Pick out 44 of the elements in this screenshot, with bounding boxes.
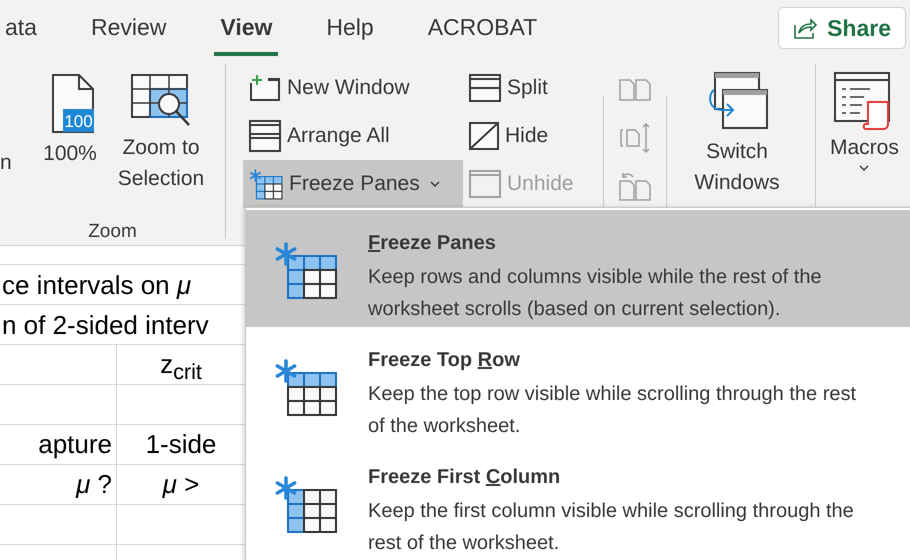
- share-icon: [793, 17, 818, 39]
- cell-text: n of 2-sided interv: [1, 309, 209, 342]
- window-icon: [469, 170, 501, 198]
- sync-scroll-icon: [619, 122, 651, 154]
- side-by-side-icon: [619, 79, 651, 101]
- menu-item-title: Freeze Panes: [368, 232, 497, 255]
- table-cell-text: z$_{crit}$: [159, 348, 203, 384]
- table-cell: μ ?: [0, 465, 117, 504]
- ribbon-button[interactable]: Hide: [463, 112, 603, 160]
- reset-position-icon: [619, 171, 651, 201]
- zoom-to-selection-button[interactable]: Zoom to Selection: [106, 74, 216, 194]
- ribbon-tab[interactable]: Help: [320, 0, 380, 56]
- table-cell-text: 1-side: [144, 428, 218, 461]
- ribbon-button[interactable]: New Window: [243, 64, 463, 112]
- group-label: Zoom: [88, 221, 137, 243]
- new-window-icon: [249, 74, 281, 102]
- ribbon-button[interactable]: n: [0, 74, 24, 194]
- ribbon-button[interactable]: Split: [463, 64, 603, 112]
- split-icon: [469, 74, 501, 102]
- table-cell: apture: [0, 425, 117, 464]
- menu-item-title: Freeze First Column: [368, 466, 562, 489]
- menu-item-description: Keep the first column visible while scrolling through the rest of the worksheet.: [368, 499, 855, 556]
- menu-item-description: Keep the top row visible while scrolling through the rest of the worksheet.: [368, 382, 858, 439]
- ribbon-button[interactable]: Arrange All: [243, 112, 463, 160]
- cell-text: ce intervals on μ: [1, 269, 192, 302]
- ribbon-button[interactable]: Freeze Panes: [243, 160, 463, 208]
- ribbon-tab[interactable]: ata: [0, 0, 43, 56]
- freeze-panes-icon: [249, 167, 283, 201]
- caret-icon: [430, 181, 440, 187]
- zoom-to-selection-icon: [131, 74, 191, 128]
- ribbon-tab[interactable]: ACROBAT: [422, 0, 544, 56]
- ribbon-tab[interactable]: Review: [84, 0, 172, 56]
- caret-icon: [859, 165, 870, 171]
- switch-windows-icon: [706, 72, 768, 132]
- menu-item[interactable]: Freeze Panes Keep rows and columns visible while the rest of the worksheet scrolls (based on current selection).: [246, 210, 910, 327]
- arrange-all-icon: [249, 120, 281, 152]
- share-button[interactable]: Share: [778, 7, 906, 49]
- table-cell-text: μ >: [161, 468, 200, 501]
- zoom-100-button[interactable]: 100 100%: [34, 74, 106, 194]
- hide-icon: [469, 122, 499, 150]
- menu-item[interactable]: Freeze First Column Keep the first column visible while scrolling through the rest of the worksheet.: [246, 444, 910, 560]
- menu-item[interactable]: Freeze Top Row Keep the top row visible while scrolling through the rest of the worksheet.: [246, 327, 910, 444]
- menu-item-description: Keep rows and columns visible while the rest of the worksheet scrolls (based on current selection).: [368, 265, 823, 322]
- menu-item-title: Freeze Top Row: [368, 349, 521, 372]
